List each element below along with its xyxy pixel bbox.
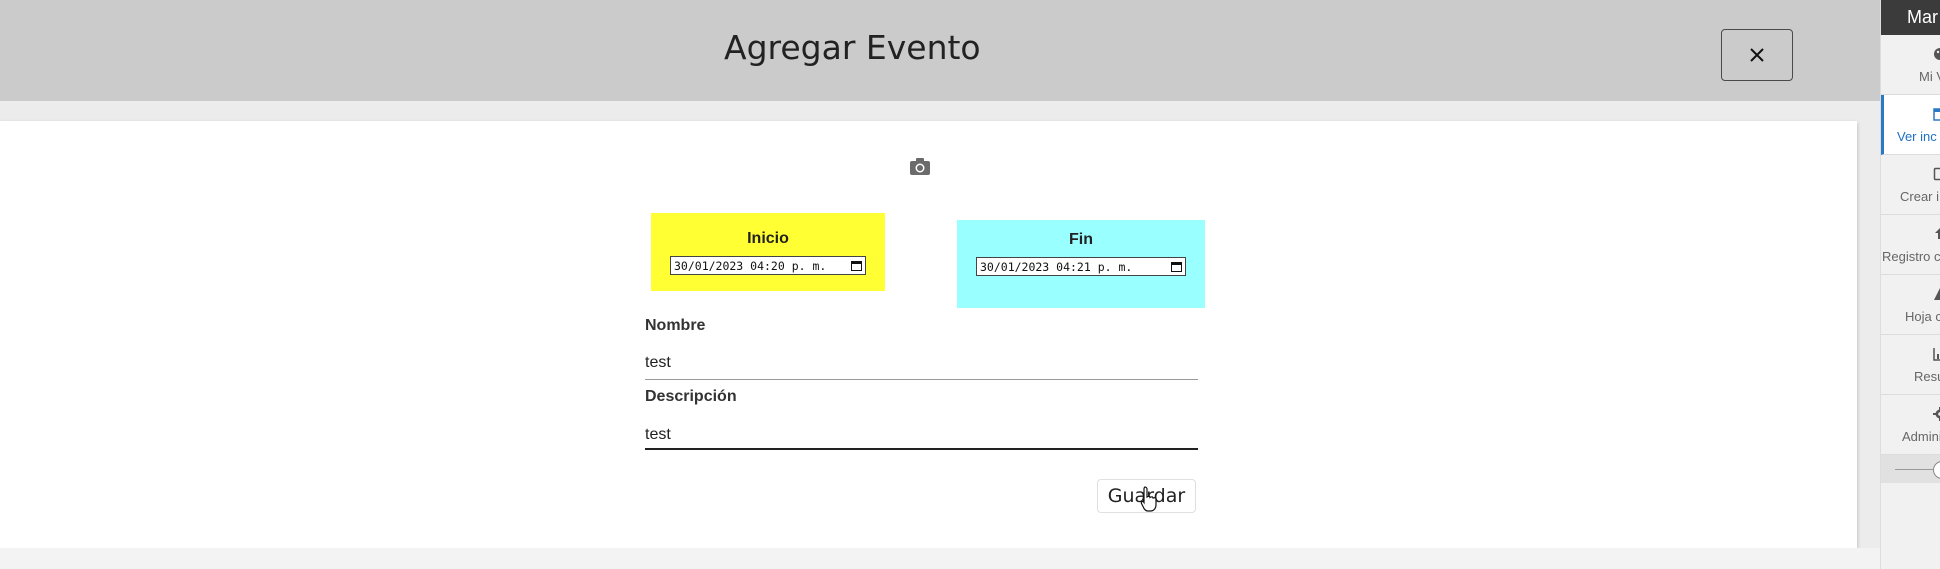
page: Agregar Evento Inicio 30/01/2023 04:20 p…	[0, 0, 1940, 569]
start-date-box: Inicio 30/01/2023 04:20 p. m.	[651, 213, 885, 291]
sidebar-header: Mar	[1881, 0, 1940, 35]
close-button[interactable]	[1721, 29, 1793, 81]
end-date-input[interactable]: 30/01/2023 04:21 p. m.	[976, 257, 1186, 276]
sidebar: Mar Mi V Ver inc Crear i	[1880, 0, 1940, 569]
modal-header: Agregar Evento	[0, 0, 1880, 101]
calendar-icon	[1933, 108, 1940, 121]
camera-icon[interactable]	[909, 156, 931, 176]
description-label: Descripción	[645, 388, 737, 405]
sidebar-item-label: Hoja c	[1905, 309, 1940, 324]
sidebar-item-resumen[interactable]: Resu	[1881, 335, 1940, 395]
calendar-icon[interactable]	[851, 260, 862, 271]
square-icon	[1933, 167, 1940, 181]
description-underline	[645, 448, 1198, 450]
sidebar-item-ver-incidencias[interactable]: Ver inc	[1881, 95, 1940, 155]
modal-body	[0, 121, 1857, 548]
end-date-value: 30/01/2023 04:21 p. m.	[980, 259, 1133, 274]
sidebar-item-label: Resu	[1914, 369, 1940, 384]
end-date-label: Fin	[1069, 231, 1093, 248]
sidebar-item-crear[interactable]: Crear i	[1881, 155, 1940, 215]
hand-cursor-icon	[1140, 486, 1157, 512]
upload-icon	[1935, 228, 1940, 239]
sidebar-item-hoja[interactable]: Hoja c	[1881, 275, 1940, 335]
name-underline	[645, 379, 1198, 380]
sidebar-item-label: Mi V	[1919, 69, 1940, 84]
start-date-label: Inicio	[747, 230, 789, 247]
calendar-icon[interactable]	[1171, 261, 1182, 272]
description-input[interactable]: test	[645, 426, 671, 444]
zoom-slider[interactable]	[1881, 455, 1940, 483]
sidebar-item-administracion[interactable]: Admini	[1881, 395, 1940, 455]
sidebar-item-mi-v[interactable]: Mi V	[1881, 35, 1940, 95]
name-label: Nombre	[645, 317, 706, 334]
palette-icon	[1934, 48, 1940, 60]
sidebar-item-registro[interactable]: Registro c	[1881, 215, 1940, 275]
sidebar-item-label: Registro c	[1882, 249, 1940, 264]
start-date-input[interactable]: 30/01/2023 04:20 p. m.	[670, 256, 866, 275]
sidebar-item-label: Admini	[1902, 429, 1940, 444]
start-date-value: 30/01/2023 04:20 p. m.	[674, 258, 827, 273]
background-strip	[0, 548, 1880, 569]
sidebar-item-label: Ver inc	[1897, 129, 1937, 144]
chart-icon	[1933, 348, 1940, 361]
warning-icon	[1934, 288, 1940, 300]
gear-icon	[1933, 407, 1940, 421]
close-icon	[1750, 48, 1764, 62]
name-input[interactable]: test	[645, 354, 671, 372]
sidebar-item-label: Crear i	[1900, 189, 1940, 204]
modal-title: Agregar Evento	[724, 28, 981, 67]
end-date-box: Fin 30/01/2023 04:21 p. m.	[957, 220, 1205, 308]
slider-thumb[interactable]	[1933, 461, 1940, 479]
